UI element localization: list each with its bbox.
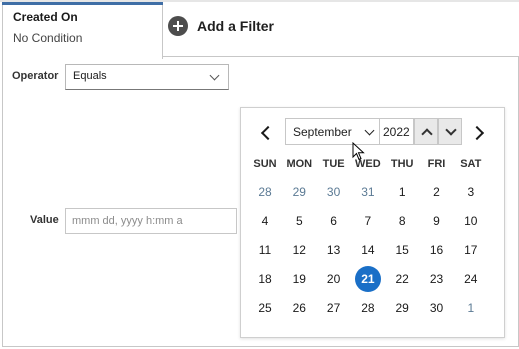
- weekday-header: SAT: [460, 158, 482, 170]
- add-filter-label: Add a Filter: [197, 18, 275, 34]
- chevron-up-icon: [421, 128, 433, 140]
- operator-select[interactable]: Equals: [65, 64, 229, 90]
- calendar-day[interactable]: 20: [321, 266, 347, 292]
- year-value: 2022: [383, 125, 410, 139]
- calendar-day[interactable]: 4: [252, 208, 278, 234]
- chevron-down-icon: [445, 124, 457, 136]
- value-placeholder: mmm dd, yyyy h:mm a: [72, 215, 183, 227]
- weekday-header: TUE: [322, 158, 345, 170]
- year-decrement-button[interactable]: [438, 118, 462, 145]
- weekday-header: FRI: [427, 158, 446, 170]
- calendar-day[interactable]: 11: [252, 237, 278, 263]
- next-month-icon[interactable]: [469, 125, 485, 141]
- calendar-day[interactable]: 24: [458, 266, 484, 292]
- calendar-day[interactable]: 25: [252, 295, 278, 321]
- weekday-header: MON: [286, 158, 313, 170]
- tab-subtitle: No Condition: [13, 31, 83, 45]
- calendar-day[interactable]: 27: [321, 295, 347, 321]
- tab-title: Created On: [13, 10, 78, 24]
- calendar-day[interactable]: 22: [389, 266, 415, 292]
- add-filter-button[interactable]: Add a Filter: [168, 16, 274, 36]
- calendar-day[interactable]: 12: [286, 237, 312, 263]
- calendar-day[interactable]: 3: [458, 179, 484, 205]
- calendar-day[interactable]: 30: [321, 179, 347, 205]
- calendar-day[interactable]: 5: [286, 208, 312, 234]
- plus-circle-icon: [168, 16, 188, 36]
- calendar-day[interactable]: 9: [424, 208, 450, 234]
- previous-month-icon[interactable]: [260, 125, 276, 141]
- year-input[interactable]: 2022: [380, 118, 414, 145]
- calendar-day[interactable]: 7: [355, 208, 381, 234]
- year-increment-button[interactable]: [414, 118, 438, 145]
- calendar-day[interactable]: 8: [389, 208, 415, 234]
- calendar-day[interactable]: 16: [424, 237, 450, 263]
- month-value: September: [293, 125, 352, 139]
- calendar-day[interactable]: 1: [458, 295, 484, 321]
- weekday-header: SUN: [253, 158, 277, 170]
- calendar-day[interactable]: 28: [252, 179, 278, 205]
- calendar-day-selected[interactable]: 21: [354, 266, 381, 292]
- calendar-day[interactable]: 1: [389, 179, 415, 205]
- calendar-day[interactable]: 26: [286, 295, 312, 321]
- calendar-day[interactable]: 6: [321, 208, 347, 234]
- calendar-day[interactable]: 15: [389, 237, 415, 263]
- chevron-down-icon: [209, 70, 220, 81]
- chevron-down-icon: [364, 125, 375, 136]
- calendar-day[interactable]: 29: [389, 295, 415, 321]
- operator-value: Equals: [73, 70, 107, 82]
- calendar-day[interactable]: 2: [424, 179, 450, 205]
- calendar-day[interactable]: 19: [286, 266, 312, 292]
- mouse-cursor-icon: [352, 142, 365, 161]
- calendar-day[interactable]: 17: [458, 237, 484, 263]
- calendar-day[interactable]: 28: [355, 295, 381, 321]
- calendar-day[interactable]: 31: [355, 179, 381, 205]
- value-label: Value: [30, 214, 59, 226]
- calendar-day[interactable]: 29: [286, 179, 312, 205]
- calendar-day[interactable]: 23: [424, 266, 450, 292]
- tab-accent-bar: [2, 2, 163, 5]
- calendar-day[interactable]: 30: [424, 295, 450, 321]
- month-select[interactable]: September: [285, 118, 380, 145]
- weekday-header: THU: [390, 158, 414, 170]
- operator-label: Operator: [12, 70, 59, 82]
- date-picker: September 2022 SUN MON TUE WED THU FRI SAT 28 2…: [240, 107, 505, 338]
- value-datetime-input[interactable]: mmm dd, yyyy h:mm a: [65, 208, 237, 234]
- calendar-day[interactable]: 10: [458, 208, 484, 234]
- calendar-day[interactable]: 14: [355, 237, 381, 263]
- calendar-day[interactable]: 13: [321, 237, 347, 263]
- filter-tab-created-on[interactable]: Created On No Condition: [2, 2, 163, 59]
- calendar-day[interactable]: 18: [252, 266, 278, 292]
